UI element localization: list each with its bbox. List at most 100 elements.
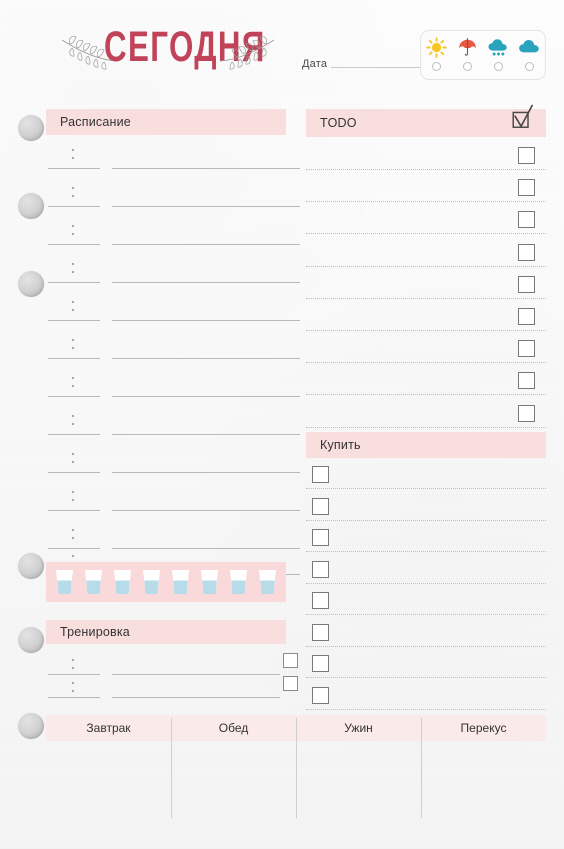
- time-colon: [72, 529, 74, 540]
- shopping-text-input[interactable]: [306, 488, 546, 489]
- todo-text-input[interactable]: [306, 233, 546, 235]
- schedule-time-input[interactable]: [48, 180, 100, 207]
- weather-radio-cloudy[interactable]: [525, 62, 534, 71]
- todo-text-input[interactable]: [306, 394, 546, 396]
- weather-selector[interactable]: [420, 30, 546, 80]
- todo-checkbox[interactable]: [518, 275, 535, 293]
- shopping-text-input[interactable]: [306, 551, 546, 552]
- todo-checkbox[interactable]: [518, 340, 535, 358]
- schedule-note-input[interactable]: [112, 522, 300, 549]
- schedule-time-input[interactable]: [48, 408, 100, 435]
- date-input-line[interactable]: [331, 67, 428, 68]
- schedule-row: [48, 484, 300, 511]
- todo-text-input[interactable]: [306, 297, 546, 299]
- water-glass[interactable]: [54, 569, 75, 595]
- todo-text-input[interactable]: [306, 201, 546, 203]
- shopping-checkbox[interactable]: [312, 560, 329, 578]
- shopping-text-input[interactable]: [306, 645, 546, 647]
- schedule-time-input[interactable]: [48, 142, 100, 169]
- workout-note-input[interactable]: [112, 652, 280, 675]
- workout-time-input[interactable]: [48, 652, 100, 675]
- meal-column-3[interactable]: Ужин: [296, 715, 421, 741]
- time-colon: [72, 149, 74, 160]
- weather-radio-rain[interactable]: [494, 62, 503, 71]
- rain-cloud-icon: [487, 35, 510, 59]
- water-glass[interactable]: [141, 569, 162, 595]
- workout-checkbox[interactable]: [283, 653, 298, 668]
- water-glass[interactable]: [228, 569, 249, 595]
- weather-option-sunny[interactable]: [423, 35, 450, 71]
- schedule-row: [48, 408, 300, 435]
- schedule-time-input[interactable]: [48, 370, 100, 397]
- workout-checkbox[interactable]: [283, 676, 298, 691]
- checked-checkbox-icon: [510, 104, 534, 137]
- schedule-note-input[interactable]: [112, 142, 300, 169]
- schedule-note-input[interactable]: [112, 370, 300, 397]
- workout-note-input[interactable]: [112, 675, 280, 698]
- shopping-checkbox[interactable]: [312, 655, 329, 672]
- schedule-time-input[interactable]: [48, 446, 100, 473]
- todo-checkbox[interactable]: [518, 243, 535, 261]
- todo-text-input[interactable]: [306, 362, 546, 364]
- meal-column-1[interactable]: Завтрак: [46, 715, 171, 741]
- shopping-checkbox[interactable]: [312, 466, 329, 483]
- schedule-note-input[interactable]: [112, 408, 300, 435]
- shopping-text-input[interactable]: [306, 582, 546, 584]
- meal-column-divider: [421, 718, 422, 818]
- meal-column-2[interactable]: Обед: [171, 715, 296, 741]
- workout-time-input[interactable]: [48, 675, 100, 698]
- schedule-note-input[interactable]: [112, 180, 300, 207]
- weather-option-cloudy[interactable]: [516, 35, 543, 71]
- meal-column-label: Обед: [218, 721, 249, 735]
- schedule-section-header: Расписание: [46, 109, 286, 135]
- todo-checkbox[interactable]: [518, 147, 535, 164]
- water-glass[interactable]: [83, 569, 104, 595]
- todo-text-input[interactable]: [306, 169, 546, 170]
- schedule-note-input[interactable]: [112, 332, 300, 359]
- date-field[interactable]: Дата: [302, 58, 428, 70]
- schedule-note-input[interactable]: [112, 446, 300, 473]
- todo-checkbox[interactable]: [518, 308, 535, 325]
- shopping-text-input[interactable]: [306, 614, 546, 615]
- meal-column-4[interactable]: Перекус: [421, 715, 546, 741]
- schedule-row: [48, 294, 300, 321]
- schedule-label: Расписание: [60, 115, 131, 129]
- weather-radio-sunny[interactable]: [432, 62, 441, 71]
- shopping-text-input[interactable]: [306, 677, 546, 678]
- schedule-time-input[interactable]: [48, 256, 100, 283]
- shopping-text-input[interactable]: [306, 519, 546, 521]
- schedule-time-input[interactable]: [48, 484, 100, 511]
- schedule-note-input[interactable]: [112, 218, 300, 245]
- weather-option-umbrella[interactable]: [454, 35, 481, 71]
- weather-radio-umbrella[interactable]: [463, 62, 472, 71]
- workout-row: [48, 675, 298, 698]
- water-tracker[interactable]: [46, 562, 286, 602]
- water-glass[interactable]: [257, 569, 278, 595]
- weather-option-rain[interactable]: [485, 35, 512, 71]
- schedule-time-input[interactable]: [48, 218, 100, 245]
- schedule-note-input[interactable]: [112, 484, 300, 511]
- schedule-time-input[interactable]: [48, 294, 100, 321]
- shopping-checkbox[interactable]: [312, 686, 329, 704]
- time-colon: [72, 339, 74, 350]
- todo-checkbox[interactable]: [518, 372, 535, 390]
- shopping-checkbox[interactable]: [312, 497, 329, 515]
- schedule-time-input[interactable]: [48, 332, 100, 359]
- water-glass[interactable]: [170, 569, 191, 595]
- water-glass[interactable]: [199, 569, 220, 595]
- todo-text-input[interactable]: [306, 330, 546, 331]
- schedule-time-input[interactable]: [48, 522, 100, 549]
- shopping-checkbox[interactable]: [312, 529, 329, 546]
- schedule-row: [48, 522, 300, 549]
- todo-checkbox[interactable]: [518, 179, 535, 197]
- schedule-note-input[interactable]: [112, 294, 300, 321]
- todo-text-input[interactable]: [306, 265, 546, 267]
- shopping-checkbox[interactable]: [312, 592, 329, 609]
- shopping-text-input[interactable]: [306, 708, 546, 710]
- water-glass[interactable]: [112, 569, 133, 595]
- shopping-checkbox[interactable]: [312, 623, 329, 641]
- todo-checkbox[interactable]: [518, 404, 535, 422]
- schedule-note-input[interactable]: [112, 256, 300, 283]
- todo-text-input[interactable]: [306, 426, 546, 428]
- todo-checkbox[interactable]: [518, 211, 535, 229]
